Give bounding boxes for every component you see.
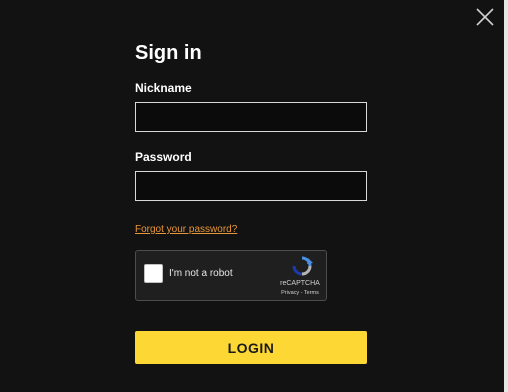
- password-field-group: Password: [135, 150, 367, 201]
- close-icon: [476, 8, 494, 26]
- login-button[interactable]: LOGIN: [135, 331, 367, 364]
- nickname-label: Nickname: [135, 81, 192, 95]
- recaptcha-checkbox[interactable]: [144, 264, 163, 283]
- scrollbar-edge: [504, 0, 508, 392]
- close-button[interactable]: [474, 6, 496, 28]
- password-label: Password: [135, 150, 192, 164]
- recaptcha-widget: I'm not a robot reCAPTCHA Privacy - Term…: [135, 250, 327, 301]
- recaptcha-brand: reCAPTCHA: [280, 280, 320, 287]
- recaptcha-logo-icon: [292, 256, 313, 276]
- nickname-input[interactable]: [135, 102, 367, 132]
- recaptcha-privacy-terms[interactable]: Privacy - Terms: [279, 290, 321, 296]
- page-title: Sign in: [135, 42, 202, 64]
- recaptcha-label: I'm not a robot: [169, 268, 233, 279]
- sign-in-modal: Sign in Nickname Password Forgot your pa…: [0, 0, 508, 392]
- nickname-field-group: Nickname: [135, 81, 367, 132]
- sign-in-form: Sign in Nickname Password Forgot your pa…: [135, 42, 367, 364]
- forgot-password-link[interactable]: Forgot your password?: [135, 224, 237, 235]
- password-input[interactable]: [135, 171, 367, 201]
